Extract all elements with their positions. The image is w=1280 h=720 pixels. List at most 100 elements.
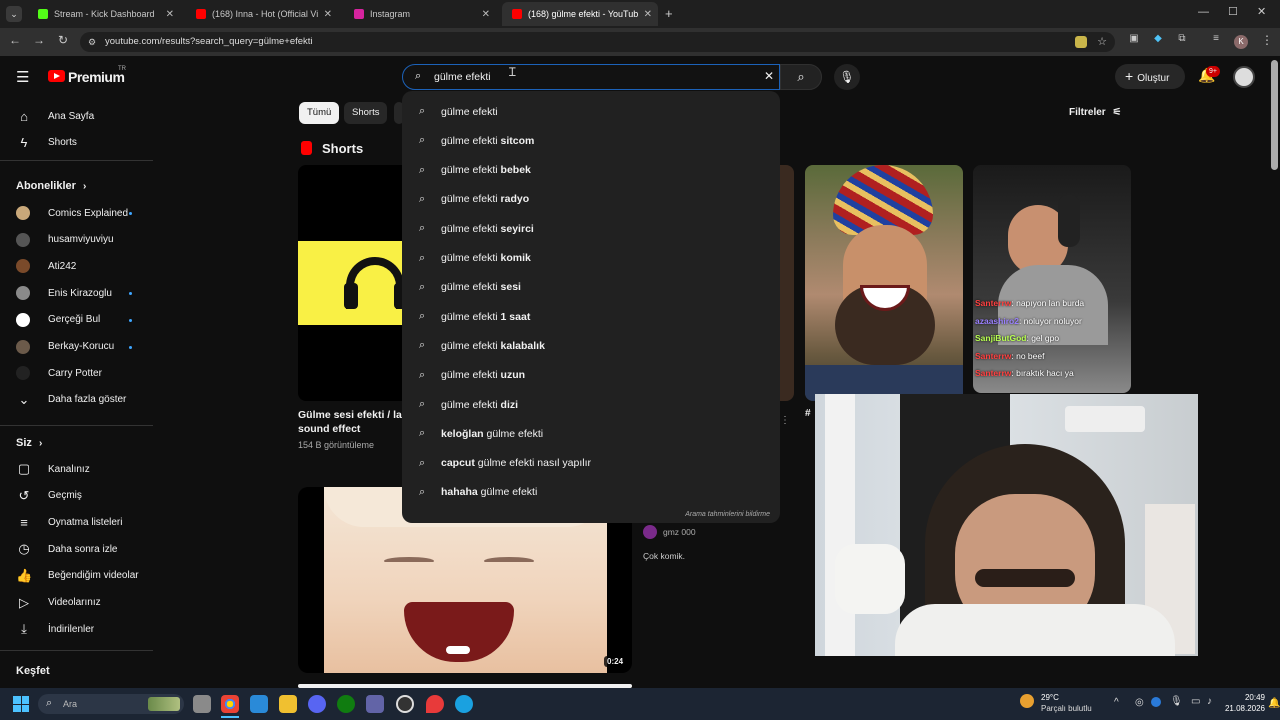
- tab-instagram[interactable]: Instagram ✕: [344, 2, 496, 26]
- task-view-icon[interactable]: [193, 695, 211, 713]
- subscriptions-header[interactable]: Abonelikler ›: [16, 180, 86, 192]
- microphone-icon[interactable]: 🎙: [1170, 696, 1183, 707]
- chip-all[interactable]: Tümü: [299, 102, 340, 124]
- clock-date[interactable]: 21.08.2026: [1224, 704, 1265, 713]
- close-tab-icon[interactable]: ✕: [482, 9, 490, 20]
- maximize-button[interactable]: ☐: [1228, 5, 1238, 18]
- network-icon[interactable]: ▭: [1191, 696, 1200, 707]
- search-input[interactable]: ⌕ gülme efekti ✕: [402, 64, 780, 90]
- sidebar-item-subscription[interactable]: Enis Kirazoglu: [16, 280, 112, 306]
- back-icon[interactable]: ←: [7, 33, 23, 47]
- sidebar-item-shorts[interactable]: ϟ Shorts: [16, 129, 77, 155]
- short-title-3[interactable]: #: [805, 408, 811, 419]
- report-predictions-link[interactable]: Arama tahminlerini bildirme: [685, 511, 770, 518]
- xbox-icon[interactable]: [337, 695, 355, 713]
- search-suggestion[interactable]: ⌕ capcut gülme efekti nasıl yapılır: [402, 449, 780, 478]
- search-suggestion[interactable]: ⌕ gülme efekti radyo: [402, 185, 780, 214]
- discord-icon[interactable]: [308, 695, 326, 713]
- tab-list-button[interactable]: ⌄: [6, 6, 22, 22]
- logo-text[interactable]: Premium: [68, 69, 125, 85]
- bookmark-star-icon[interactable]: ☆: [1097, 32, 1107, 52]
- taskbar-search-input[interactable]: ⌕ Ara: [38, 694, 184, 714]
- app-icon[interactable]: [250, 695, 268, 713]
- filters-button[interactable]: Filtreler ⚟: [1069, 107, 1121, 118]
- search-suggestion[interactable]: ⌕ keloğlan gülme efekti: [402, 419, 780, 448]
- create-button[interactable]: + Oluştur: [1115, 64, 1185, 89]
- extension-icon[interactable]: ▣: [1126, 33, 1142, 44]
- site-info-icon[interactable]: ⚙: [88, 32, 96, 52]
- chrome-icon[interactable]: [221, 695, 239, 713]
- address-bar[interactable]: ⚙ youtube.com/results?search_query=gülme…: [80, 32, 1115, 52]
- close-tab-icon[interactable]: ✕: [324, 9, 332, 20]
- voice-search-button[interactable]: 🎙: [834, 64, 860, 90]
- search-button[interactable]: ⌕: [780, 64, 822, 90]
- search-suggestion[interactable]: ⌕ gülme efekti uzun: [402, 361, 780, 390]
- notifications-icon[interactable]: 🔔: [1268, 698, 1280, 709]
- account-avatar[interactable]: [1233, 66, 1255, 88]
- extension-icon[interactable]: ◆: [1150, 33, 1166, 44]
- extension-icon[interactable]: [1075, 36, 1087, 48]
- search-suggestion[interactable]: ⌕ gülme efekti dizi: [402, 390, 780, 419]
- sidebar-item-home[interactable]: ⌂ Ana Sayfa: [16, 103, 94, 129]
- short-thumbnail-2[interactable]: [780, 165, 794, 401]
- clock-time[interactable]: 20:49: [1229, 693, 1265, 702]
- short-thumbnail-4[interactable]: Santerrw: napıyon lan burda azaashiro2: n…: [973, 165, 1131, 393]
- sidebar-item-subscription[interactable]: Comics Explained: [16, 200, 128, 226]
- sidebar-item-subscription[interactable]: Carry Potter: [16, 360, 102, 386]
- file-explorer-icon[interactable]: [279, 695, 297, 713]
- chip-shorts[interactable]: Shorts: [344, 102, 388, 124]
- sidebar-item-download[interactable]: ⤓ İndirilenler: [16, 616, 94, 642]
- you-header[interactable]: Siz ›: [16, 437, 42, 449]
- close-tab-icon[interactable]: ✕: [166, 9, 174, 20]
- sidebar-item-subscription[interactable]: husamviyuviyu: [16, 227, 114, 253]
- sidebar-item-channel[interactable]: ▢ Kanalınız: [16, 456, 90, 482]
- reading-list-icon[interactable]: ≡: [1208, 33, 1224, 44]
- search-suggestion[interactable]: ⌕ gülme efekti bebek: [402, 156, 780, 185]
- sidebar-item-subscription[interactable]: Berkay-Korucu: [16, 334, 114, 360]
- windows-start-icon[interactable]: [13, 696, 29, 712]
- search-suggestion[interactable]: ⌕ gülme efekti kalabalık: [402, 331, 780, 360]
- sidebar-item-history[interactable]: ↺ Geçmiş: [16, 483, 82, 509]
- search-suggestion[interactable]: ⌕ gülme efekti 1 saat: [402, 302, 780, 331]
- teams-icon[interactable]: [366, 695, 384, 713]
- profile-avatar[interactable]: K: [1234, 35, 1248, 49]
- tray-app-icon[interactable]: [1151, 697, 1161, 707]
- sidebar-item-subscription[interactable]: Gerçeği Bul: [16, 307, 100, 333]
- chevron-up-icon[interactable]: ^: [1114, 697, 1119, 708]
- menu-icon[interactable]: ⋮: [1259, 33, 1275, 47]
- tab-inna[interactable]: (168) Inna - Hot (Official Vi ✕: [186, 2, 338, 26]
- sidebar-item-video[interactable]: ▷ Videolarınız: [16, 590, 101, 616]
- obs-icon[interactable]: [396, 695, 414, 713]
- sidebar-item-subscription[interactable]: Ati242: [16, 253, 76, 279]
- search-suggestion[interactable]: ⌕ gülme efekti: [402, 97, 780, 126]
- clear-search-icon[interactable]: ✕: [764, 69, 774, 83]
- search-suggestion[interactable]: ⌕ hahaha gülme efekti: [402, 478, 780, 507]
- hamburger-menu-icon[interactable]: ☰: [16, 68, 29, 86]
- sidebar-item-like[interactable]: 👍 Beğendiğim videolar: [16, 563, 139, 589]
- search-suggestion[interactable]: ⌕ gülme efekti sesi: [402, 273, 780, 302]
- short-menu-icon[interactable]: ⋮: [780, 415, 790, 426]
- search-suggestion[interactable]: ⌕ gülme efekti seyirci: [402, 214, 780, 243]
- show-more-button[interactable]: ⌄ Daha fazla göster: [16, 387, 127, 413]
- volume-icon[interactable]: ♪: [1207, 696, 1212, 707]
- maps-pin-icon[interactable]: [426, 695, 444, 713]
- youtube-logo-icon[interactable]: [48, 70, 65, 82]
- extensions-puzzle-icon[interactable]: ⧉: [1174, 33, 1190, 44]
- search-suggestion[interactable]: ⌕ gülme efekti komik: [402, 244, 780, 273]
- short-title-1[interactable]: Gülme sesi efekti / lau sound effect: [298, 408, 408, 436]
- forward-icon[interactable]: →: [31, 33, 47, 47]
- new-tab-button[interactable]: +: [665, 6, 673, 21]
- weather-icon[interactable]: [1020, 694, 1034, 708]
- tab-youtube-active[interactable]: (168) gülme efekti - YouTub ✕: [502, 2, 658, 26]
- page-scrollbar[interactable]: [1271, 60, 1278, 170]
- search-suggestion[interactable]: ⌕ gülme efekti sitcom: [402, 126, 780, 155]
- minimize-button[interactable]: —: [1198, 6, 1209, 18]
- close-window-button[interactable]: ✕: [1257, 5, 1266, 18]
- app-icon[interactable]: [455, 695, 473, 713]
- tab-kick[interactable]: Stream - Kick Dashboard ✕: [28, 2, 180, 26]
- sidebar-item-playlists[interactable]: ≡ Oynatma listeleri: [16, 509, 122, 535]
- tray-app-icon[interactable]: ◎: [1135, 697, 1144, 708]
- reload-icon[interactable]: ↻: [55, 33, 71, 47]
- short-thumbnail-3[interactable]: [805, 165, 963, 401]
- sidebar-item-clock[interactable]: ◷ Daha sonra izle: [16, 536, 117, 562]
